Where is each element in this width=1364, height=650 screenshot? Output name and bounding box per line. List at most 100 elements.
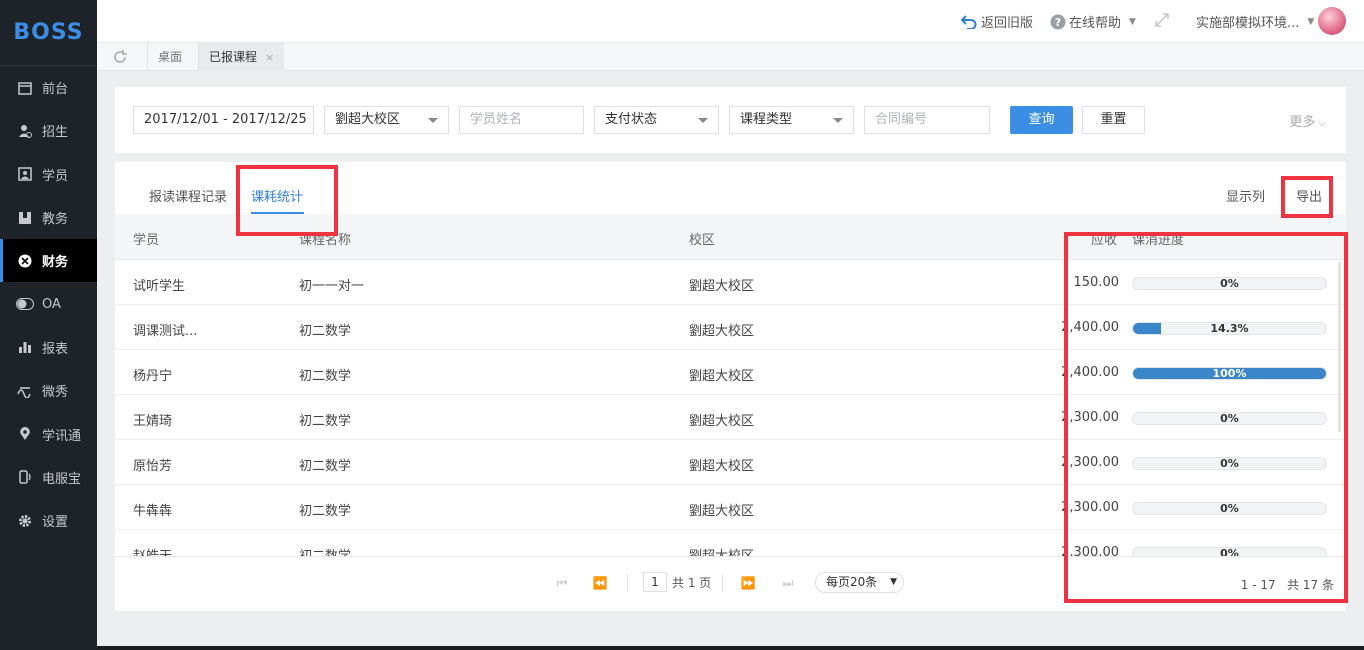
table-row[interactable]: 牛犇犇 初二数学 劉超大校区 2,300.00 0% [115,485,1346,530]
cell-course: 初二数学 [299,504,352,519]
next-page-icon[interactable]: ⏩ [736,573,760,593]
tab-desktop[interactable]: 桌面 [147,43,192,71]
pay-status-select[interactable]: 支付状态 [594,106,719,134]
tab-consumption-stats[interactable]: 课耗统计 [251,186,303,205]
cell-course: 初二数学 [299,459,352,474]
sidebar-item-5[interactable]: OA [0,282,97,325]
sidebar-item-7[interactable]: 微秀 [0,369,97,412]
cell-campus: 劉超大校区 [689,545,754,556]
column-header-campus: 校区 [689,233,716,248]
progress-bar: 100% [1132,367,1327,380]
user-menu[interactable]: 实施部模拟环境... ▼ [1196,12,1314,31]
chevron-down-icon: ▼ [1129,16,1136,27]
prev-page-icon[interactable]: ⏪ [588,573,612,593]
help-label: 在线帮助 [1069,16,1122,31]
table-scrollbar[interactable] [1338,262,1341,432]
table-row[interactable]: 王婧琦 初二数学 劉超大校区 2,300.00 0% [115,395,1346,440]
table-row[interactable]: 原怡芳 初二数学 劉超大校区 2,300.00 0% [115,440,1346,485]
sidebar-item-label: 招生 [42,125,69,141]
sidebar-item-label: 学讯通 [42,428,82,444]
sidebar-item-6[interactable]: 报表 [0,326,97,369]
export-button[interactable]: 导出 [1296,186,1322,205]
table-row[interactable]: 赵皓天 初二数学 劉超大校区 2,300.00 0% [115,530,1346,556]
sidebar-item-8[interactable]: 学讯通 [0,412,97,455]
sidebar-item-4[interactable]: 财务 [0,239,97,283]
course-type-select[interactable]: 课程类型 [729,106,854,134]
course-stats-table: 学员 课程名称 校区 应收 课消进度 试听学生 初一一对一 劉超大校区 150.00 0… [115,214,1346,556]
page-tab-bar: 桌面 已报课程 × [97,43,1364,71]
cell-amount: 2,300.00 [1061,545,1119,556]
progress-bar: 0% [1132,457,1327,470]
sidebar-item-1[interactable]: 招生 [0,109,97,152]
pager-divider [627,574,628,592]
table-body: 试听学生 初一一对一 劉超大校区 150.00 0% 调课测试... 初二数学劉超大校区 2,… [115,260,1346,556]
pager-divider [722,574,723,592]
first-page-icon[interactable]: ⏮ [550,573,574,593]
logo: BOSS [0,0,97,66]
cell-course: 初二数学 [299,369,352,384]
cell-student: 调课测试... [133,324,198,339]
progress-bar: 14.3% [1132,322,1327,335]
book-icon [16,209,34,227]
reset-button[interactable]: 重置 [1082,106,1145,134]
undo-icon [961,14,977,29]
chevron-down-icon [833,118,843,123]
sidebar-item-2[interactable]: 学员 [0,153,97,196]
sidebar: BOSS 前台招生学员教务财务 OA 报表 微秀学讯通电服宝设置 [0,0,97,650]
chevron-down-icon [428,118,438,123]
phone-icon [16,468,34,486]
sidebar-item-label: 教务 [42,212,69,228]
sidebar-item-label: 设置 [42,515,69,531]
sidebar-item-3[interactable]: 教务 [0,196,97,239]
more-filters-toggle[interactable]: 更多 ⌵ [1289,111,1326,130]
cell-student: 牛犇犇 [133,504,173,519]
page-number-input[interactable]: 1 [643,572,667,592]
wave-icon [16,382,34,400]
chevron-down-icon: ▼ [890,577,897,587]
sidebar-item-10[interactable]: 设置 [0,499,97,542]
refresh-icon[interactable] [111,48,129,66]
student-name-input[interactable]: 学员姓名 [459,106,584,134]
date-range-picker[interactable]: 2017/12/01 - 2017/12/25 [133,106,314,134]
table-row[interactable]: 杨丹宁 初二数学 劉超大校区 2,400.00 100% [115,350,1346,395]
filter-panel: 2017/12/01 - 2017/12/25 劉超大校区 学员姓名 支付状态 … [115,87,1346,153]
online-help-dropdown[interactable]: ? 在线帮助 ▼ [1050,12,1136,31]
show-columns-button[interactable]: 显示列 [1226,186,1265,205]
cell-course: 初二数学 [299,414,352,429]
location-pin-icon [16,425,34,443]
query-button[interactable]: 查询 [1010,106,1073,134]
fullscreen-icon[interactable] [1154,12,1170,28]
total-pages-label: 共 1 页 [672,576,712,590]
tab-enrolled-courses[interactable]: 已报课程 × [198,43,285,71]
cell-student: 赵皓天 [133,545,172,556]
tab-enrollment-records[interactable]: 报读课程记录 [149,186,227,205]
cell-amount: 2,400.00 [1061,365,1119,380]
svg-text:?: ? [1055,16,1061,29]
sidebar-item-9[interactable]: 电服宝 [0,456,97,499]
campus-select[interactable]: 劉超大校区 [324,106,449,134]
finance-icon [16,252,34,270]
sidebar-item-0[interactable]: 前台 [0,66,97,109]
back-to-old-version-link[interactable]: 返回旧版 [961,12,1033,31]
column-header-progress: 课消进度 [1132,233,1185,248]
progress-bar: 0% [1132,412,1327,425]
column-header-course: 课程名称 [299,233,352,248]
record-count: 1 - 17 共 17 条 [1240,578,1334,592]
table-row[interactable]: 试听学生 初一一对一 劉超大校区 150.00 0% [115,260,1346,305]
progress-label: 100% [1212,367,1247,380]
avatar[interactable] [1318,7,1346,35]
contract-number-input[interactable]: 合同编号 [864,106,990,134]
table-row[interactable]: 调课测试... 初二数学 劉超大校区 2,400.00 14.3% [115,305,1346,350]
cell-amount: 2,400.00 [1061,320,1119,335]
cell-amount: 2,300.00 [1061,500,1119,515]
sidebar-item-label: 财务 [42,255,69,271]
page-size-select[interactable]: 每页20条 ▼ [815,572,904,593]
cell-course: 初一一对一 [299,279,365,294]
progress-label: 0% [1220,457,1239,470]
progress-label: 0% [1220,547,1239,556]
last-page-icon[interactable]: ⏭ [776,573,800,593]
close-icon[interactable]: × [265,51,274,64]
back-label: 返回旧版 [981,16,1034,31]
pagination: ⏮ ⏪ 1 共 1 页 ⏩ ⏭ 每页20条 ▼ 1 - 17 共 17 条 [115,556,1346,611]
chevron-down-icon [698,118,708,123]
